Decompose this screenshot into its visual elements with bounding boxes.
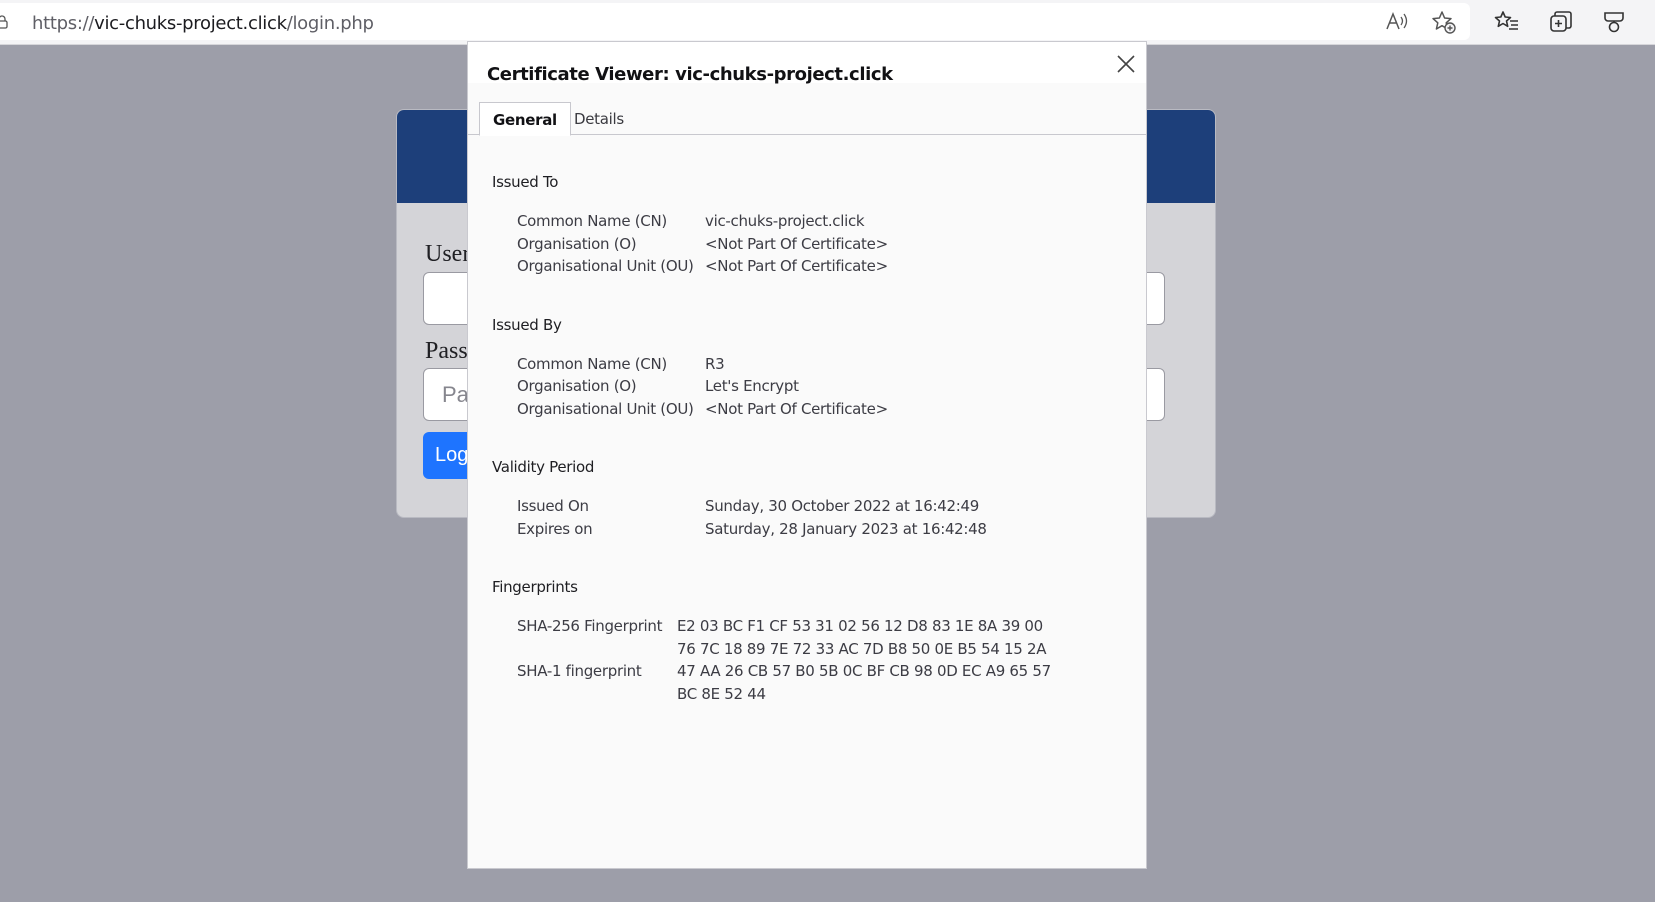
address-bar[interactable]: https://vic-chuks-project.click/login.ph… [0, 3, 1470, 40]
password-placeholder: Pa [442, 382, 469, 407]
username-label: User [425, 241, 471, 267]
lock-icon[interactable] [0, 15, 10, 29]
issued-to-o-label: Organisation (O) [517, 235, 637, 253]
issued-by-ou-label: Organisational Unit (OU) [517, 400, 694, 418]
dialog-tabs: General Details [468, 102, 1146, 136]
sha256-value-line1: E2 03 BC F1 CF 53 31 02 56 12 D8 83 1E 8… [677, 617, 1043, 635]
favorites-icon[interactable] [1494, 9, 1520, 35]
url-path: /login.php [286, 13, 374, 34]
sha256-value-line2: 76 7C 18 89 7E 72 33 AC 7D B8 50 0E B5 5… [677, 640, 1047, 658]
issued-on-value: Sunday, 30 October 2022 at 16:42:49 [705, 497, 979, 515]
issued-by-cn-label: Common Name (CN) [517, 355, 667, 373]
issued-by-o-value: Let's Encrypt [705, 377, 799, 395]
certificate-viewer-dialog: Certificate Viewer: vic-chuks-project.cl… [467, 41, 1147, 869]
close-icon[interactable] [1115, 53, 1137, 75]
sha1-label: SHA-1 fingerprint [517, 662, 642, 680]
issued-by-cn-value: R3 [705, 355, 725, 373]
password-label: Pass [425, 338, 468, 364]
sha256-label: SHA-256 Fingerprint [517, 617, 663, 635]
expires-on-label: Expires on [517, 520, 593, 538]
expires-on-value: Saturday, 28 January 2023 at 16:42:48 [705, 520, 987, 538]
issued-by-heading: Issued By [492, 316, 562, 334]
dialog-title: Certificate Viewer: vic-chuks-project.cl… [487, 64, 893, 85]
tab-details[interactable]: Details [561, 102, 637, 135]
url-text[interactable]: https://vic-chuks-project.click/login.ph… [32, 13, 374, 34]
issued-to-cn-value: vic-chuks-project.click [705, 212, 865, 230]
browser-toolbar: https://vic-chuks-project.click/login.ph… [0, 0, 1655, 45]
issued-to-o-value: <Not Part Of Certificate> [705, 235, 888, 253]
url-host: vic-chuks-project.click [94, 13, 287, 34]
url-scheme: https:// [32, 13, 95, 34]
extensions-icon[interactable] [1601, 9, 1627, 35]
fingerprints-heading: Fingerprints [492, 578, 578, 596]
sha1-value-line2: BC 8E 52 44 [677, 685, 766, 703]
issued-to-heading: Issued To [492, 173, 559, 191]
tab-general[interactable]: General [479, 102, 571, 136]
issued-by-ou-value: <Not Part Of Certificate> [705, 400, 888, 418]
issued-by-o-label: Organisation (O) [517, 377, 637, 395]
collections-icon[interactable] [1548, 9, 1574, 35]
issued-to-ou-value: <Not Part Of Certificate> [705, 257, 888, 275]
issued-to-ou-label: Organisational Unit (OU) [517, 257, 694, 275]
issued-on-label: Issued On [517, 497, 589, 515]
add-favorite-icon[interactable] [1431, 9, 1457, 35]
validity-heading: Validity Period [492, 458, 595, 476]
issued-to-cn-label: Common Name (CN) [517, 212, 667, 230]
sha1-value-line1: 47 AA 26 CB 57 B0 5B 0C BF CB 98 0D EC A… [677, 662, 1051, 680]
read-aloud-icon[interactable] [1384, 9, 1410, 35]
